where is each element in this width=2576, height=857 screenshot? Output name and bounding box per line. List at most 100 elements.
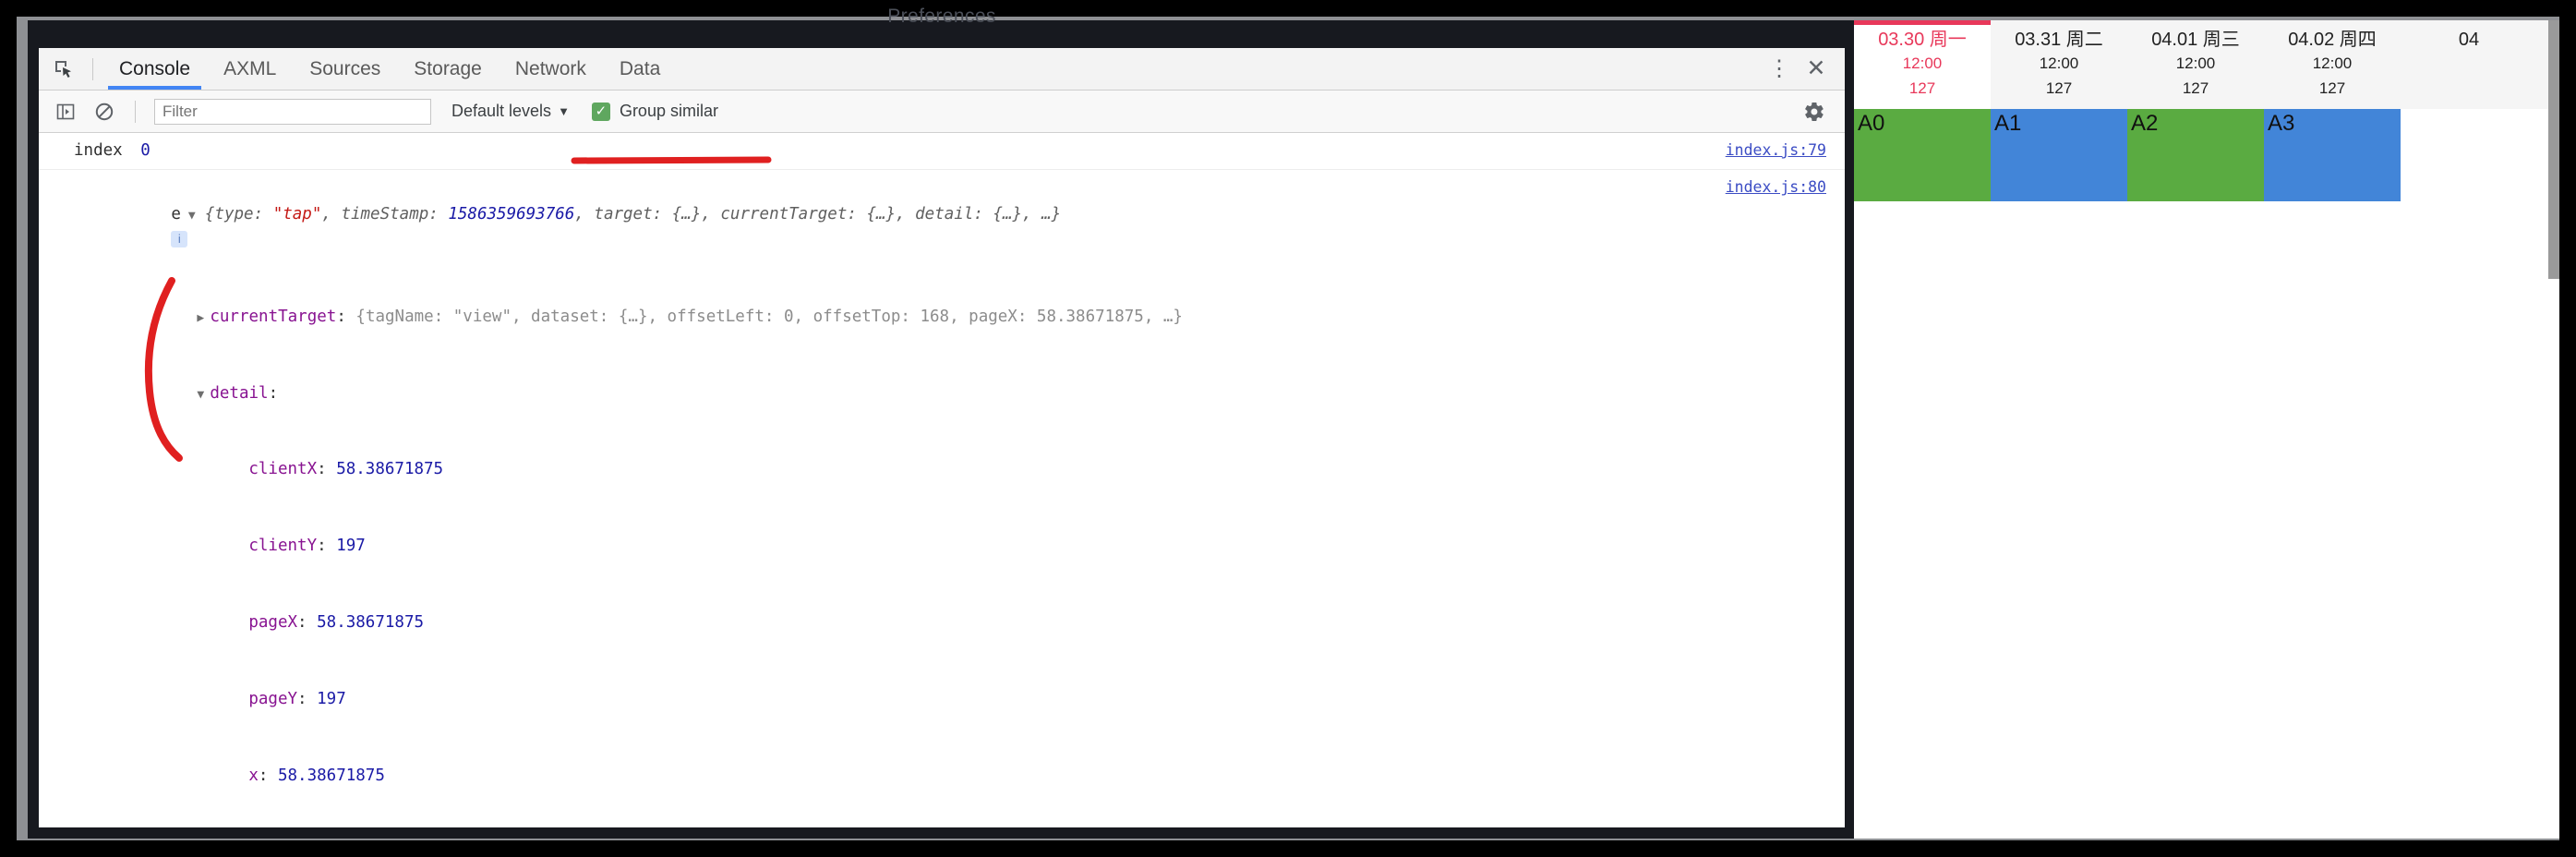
- tab-console-label: Console: [119, 57, 191, 79]
- console-log-list[interactable]: index 0 index.js:79 index.js:80 e ▼ {type:…: [39, 133, 1845, 827]
- tab-network[interactable]: Network: [499, 48, 603, 90]
- clear-console-icon[interactable]: [87, 94, 122, 129]
- toolbar-divider: [135, 100, 136, 123]
- tab-storage[interactable]: Storage: [397, 48, 499, 90]
- date-time: 12:00: [2175, 54, 2216, 72]
- tab-sources[interactable]: Sources: [293, 48, 397, 90]
- block-a2[interactable]: A2: [2127, 109, 2264, 201]
- gear-icon[interactable]: [1797, 94, 1832, 129]
- date-time: 12:00: [2039, 54, 2079, 72]
- date-time: 12:00: [2312, 54, 2353, 72]
- expand-triangle-icon[interactable]: ▼: [188, 207, 201, 226]
- tree-preview: {tagName: "view", dataset: {…}, offsetLe…: [355, 307, 1183, 326]
- date-column-3[interactable]: 04.02 周四 12:00 127: [2264, 20, 2401, 109]
- date-label: 04.01 周三: [2151, 30, 2240, 50]
- source-link[interactable]: index.js:79: [1726, 139, 1826, 162]
- tab-storage-label: Storage: [414, 57, 482, 79]
- simulator-panel: 03.30 周一 12:00 127 03.31 周二 12:00 127 04…: [1845, 20, 2559, 839]
- date-time: 12:00: [1902, 54, 1943, 72]
- checkbox-checked-icon[interactable]: ✓: [591, 102, 610, 121]
- date-scroll-bar[interactable]: 03.30 周一 12:00 127 03.31 周二 12:00 127 04…: [1854, 20, 2559, 109]
- tree-node-y: y: 197: [74, 815, 1845, 827]
- close-icon[interactable]: ✕: [1799, 52, 1834, 87]
- expand-triangle-icon[interactable]: ▶: [197, 309, 210, 329]
- tree-node-clientX: clientX: 58.38671875: [248, 460, 444, 479]
- log-levels-dropdown[interactable]: Default levels ▼: [451, 102, 570, 121]
- console-sidebar-icon[interactable]: [48, 94, 83, 129]
- block-label: A3: [2268, 111, 2295, 136]
- tab-console[interactable]: Console: [102, 48, 207, 90]
- devtools-window: Preferences Console AXML Sources Storage: [28, 6, 1845, 839]
- preview-key: detail: [915, 205, 974, 224]
- tree-key: pageY: [248, 690, 298, 709]
- tree-key: clientX: [248, 460, 318, 479]
- date-label: 04: [2458, 30, 2480, 50]
- object-var-name: e: [171, 205, 181, 224]
- preview-key: currentTarget: [720, 205, 848, 224]
- tree-node-detail[interactable]: ▼ detail:: [74, 356, 1845, 432]
- date-column-4[interactable]: 04: [2401, 20, 2537, 109]
- tree-node-pageX: pageX: 58.38671875: [248, 613, 425, 633]
- info-badge-icon[interactable]: i: [171, 230, 188, 247]
- tree-value: 58.38671875: [277, 766, 385, 786]
- tab-axml-label: AXML: [223, 57, 277, 79]
- tab-axml[interactable]: AXML: [207, 48, 293, 90]
- block-label: A2: [2131, 111, 2159, 136]
- log-row-event-object[interactable]: index.js:80 e ▼ {type: "tap", timeStamp: 1…: [39, 170, 1845, 827]
- preview-key: target: [594, 205, 653, 224]
- tab-network-label: Network: [514, 57, 586, 79]
- date-column-1[interactable]: 03.31 周二 12:00 127: [1991, 20, 2127, 109]
- screen-root: Preferences Console AXML Sources Storage: [0, 0, 2576, 857]
- preview-val: {…}: [671, 205, 702, 224]
- object-header[interactable]: e ▼ {type: "tap", timeStamp: 1586359693766…: [74, 176, 1845, 279]
- tree-key: clientY: [248, 537, 318, 556]
- block-label: A1: [1994, 111, 2022, 136]
- tree-value: 197: [317, 690, 346, 709]
- group-similar-toggle[interactable]: ✓ Group similar: [591, 102, 718, 121]
- tree-key: x: [248, 766, 259, 786]
- block-label: A0: [1858, 111, 1885, 136]
- tree-key: currentTarget: [210, 307, 337, 326]
- log-text: index: [74, 141, 123, 160]
- tree-node-currentTarget[interactable]: ▶ currentTarget: {tagName: "view", datase…: [74, 279, 1845, 356]
- devtools-titlebar: Preferences: [39, 6, 1845, 48]
- inspect-element-icon[interactable]: [48, 54, 79, 85]
- tab-data[interactable]: Data: [603, 48, 677, 90]
- tree-key: pageX: [248, 613, 298, 633]
- close-glyph: ✕: [1806, 55, 1826, 81]
- date-value: 127: [1908, 79, 1936, 97]
- tree-value: 58.38671875: [317, 613, 425, 633]
- vertical-scrollbar[interactable]: [2548, 20, 2559, 279]
- chevron-down-icon: ▼: [558, 104, 570, 118]
- date-label: 03.30 周一: [1878, 30, 1967, 50]
- preview-val: {…}: [866, 205, 897, 224]
- log-row-index-0[interactable]: index 0 index.js:79: [39, 133, 1845, 171]
- date-value: 127: [2182, 79, 2209, 97]
- window-title-watermark: Preferences: [887, 6, 996, 27]
- preview-ellipsis: …}: [1041, 205, 1062, 224]
- tabstrip-actions: ⋮ ✕: [1762, 52, 1845, 87]
- block-a0[interactable]: A0: [1854, 109, 1991, 201]
- tree-node-pageY: pageY: 197: [248, 690, 346, 709]
- tree-value: 197: [336, 537, 366, 556]
- date-column-0[interactable]: 03.30 周一 12:00 127: [1854, 20, 1991, 109]
- tab-data-label: Data: [619, 57, 661, 79]
- filter-input[interactable]: [154, 98, 431, 125]
- more-options-icon[interactable]: ⋮: [1762, 52, 1797, 87]
- tree-key: detail: [210, 383, 269, 403]
- preview-val: {…}: [993, 205, 1023, 224]
- block-row: A0 A1 A2 A3: [1854, 109, 2559, 201]
- date-column-2[interactable]: 04.01 周三 12:00 127: [2127, 20, 2264, 109]
- tree-node-x: x: 58.38671875: [248, 766, 385, 786]
- block-a1[interactable]: A1: [1991, 109, 2127, 201]
- date-label: 03.31 周二: [2015, 30, 2103, 50]
- more-options-glyph: ⋮: [1768, 55, 1790, 81]
- expand-triangle-icon[interactable]: ▼: [197, 386, 210, 405]
- tabstrip-divider: [92, 57, 93, 80]
- group-similar-label: Group similar: [619, 102, 718, 120]
- check-glyph: ✓: [595, 103, 608, 119]
- preview-key: type: [214, 205, 254, 224]
- preview-val: "tap": [272, 205, 322, 224]
- source-link[interactable]: index.js:80: [1726, 176, 1826, 199]
- block-a3[interactable]: A3: [2264, 109, 2401, 201]
